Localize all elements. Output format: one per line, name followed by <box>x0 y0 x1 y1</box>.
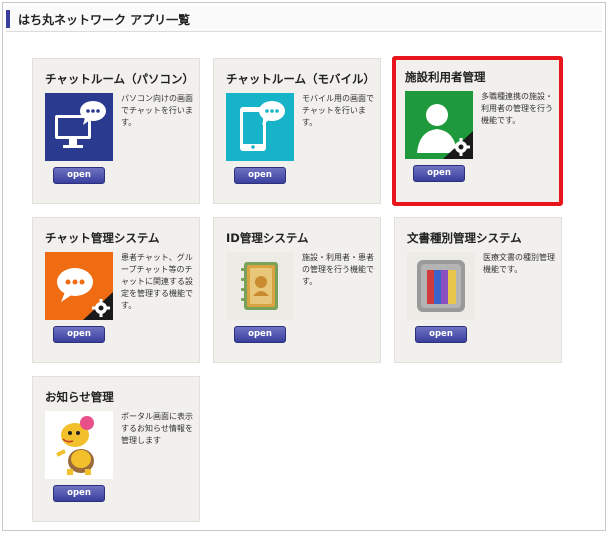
app-card-description: ポータル画面に表示するお知らせ情報を管理します <box>121 412 193 445</box>
page-header: はち丸ネットワーク アプリ一覧 <box>6 6 602 32</box>
open-button[interactable]: open <box>234 167 286 184</box>
app-card-description: 多職種連携の施設・利用者の管理を行う機能です。 <box>481 92 553 125</box>
open-button[interactable]: open <box>53 326 105 343</box>
app-card-facility-user-management: 施設利用者管理 多職種連携の施設・利用者の管理を行う機能です。 open <box>392 56 563 206</box>
app-card-id-management: ID管理システム 施設・利用者・患者の管理を行う機能です。 open <box>213 217 381 363</box>
open-button[interactable]: open <box>415 326 467 343</box>
app-card-description: 患者チャット、グループチャット等のチャットに関連する設定を管理する機能です。 <box>121 253 193 310</box>
app-card-title: 文書種別管理システム <box>407 231 522 245</box>
user-settings-icon <box>405 91 473 159</box>
mascot-icon <box>45 411 113 479</box>
app-card-document-type-management: 文書種別管理システム 医療文書の種別管理機能です。 open <box>394 217 562 363</box>
app-card-pc-chat: チャットルーム（パソコン） パソコン向けの画面でチャットを行います。 open <box>32 58 200 204</box>
pc-chat-icon <box>45 93 113 161</box>
app-card-title: チャットルーム（パソコン） <box>45 72 195 86</box>
app-card-notice-management: お知らせ管理 ポータル画面に表示するお知らせ情報を管理します open <box>32 376 200 522</box>
open-button[interactable]: open <box>413 165 465 182</box>
address-book-icon <box>226 252 294 320</box>
app-card-title: チャット管理システム <box>45 231 160 245</box>
app-card-title: ID管理システム <box>226 231 309 245</box>
open-button[interactable]: open <box>53 167 105 184</box>
header-accent-bar <box>6 10 10 28</box>
app-card-description: モバイル用の画面でチャットを行います。 <box>302 94 374 127</box>
chat-settings-icon <box>45 252 113 320</box>
app-card-description: 医療文書の種別管理機能です。 <box>483 253 555 274</box>
app-card-title: チャットルーム（モバイル） <box>226 72 376 86</box>
app-card-description: 施設・利用者・患者の管理を行う機能です。 <box>302 253 374 286</box>
binders-icon <box>407 252 475 320</box>
app-card-mobile-chat: チャットルーム（モバイル） モバイル用の画面でチャットを行います。 open <box>213 58 381 204</box>
app-card-title: 施設利用者管理 <box>405 70 486 84</box>
app-card-title: お知らせ管理 <box>45 390 114 404</box>
app-card-chat-management: チャット管理システム 患者チャット、グループチャット等のチャットに関連する設定を… <box>32 217 200 363</box>
open-button[interactable]: open <box>53 485 105 502</box>
app-card-description: パソコン向けの画面でチャットを行います。 <box>121 94 193 127</box>
mobile-chat-icon <box>226 93 294 161</box>
page-title: はち丸ネットワーク アプリ一覧 <box>18 13 191 27</box>
open-button[interactable]: open <box>234 326 286 343</box>
